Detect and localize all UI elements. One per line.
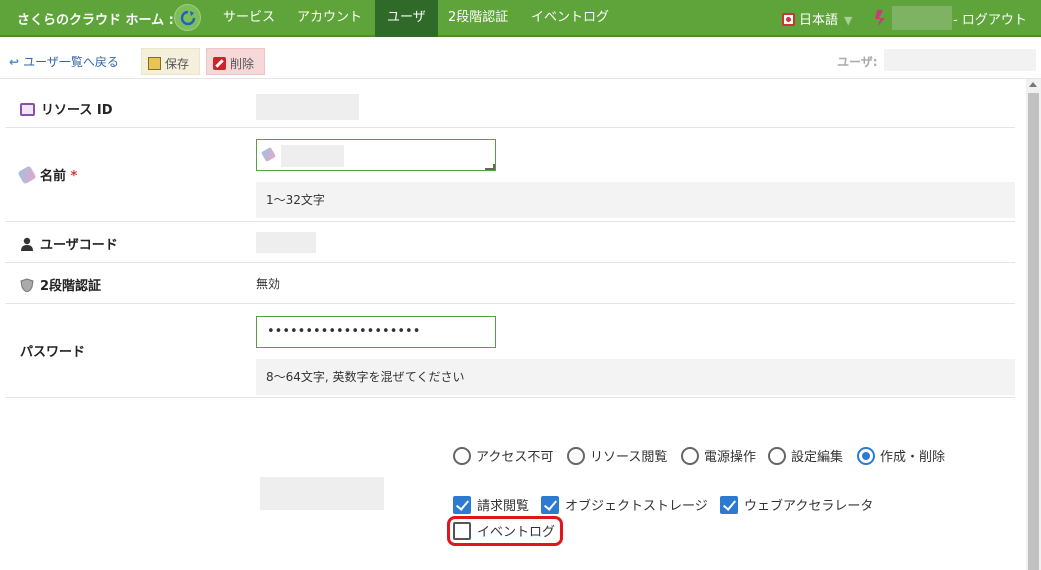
radio-label: 設定編集 (791, 450, 844, 465)
account-name-redacted (892, 6, 952, 30)
back-arrow-icon: ↩ (9, 55, 20, 69)
checkbox-label: 請求閲覧 (477, 499, 530, 514)
checkbox-billing-view[interactable]: 請求閲覧 (453, 495, 529, 514)
save-label: 保存 (165, 57, 190, 71)
radio-power-operation[interactable]: 電源操作 (681, 446, 756, 465)
checkbox-object-storage[interactable]: オブジェクトストレージ (541, 495, 708, 514)
event-log-highlight-annotation (447, 516, 563, 546)
delete-button[interactable]: 削除 (206, 48, 265, 75)
name-value-redacted (281, 145, 344, 167)
resize-handle-icon (485, 164, 495, 170)
current-user-label: ユーザ: (837, 55, 878, 69)
brand-title[interactable]: さくらのクラウド ホーム : (17, 9, 174, 28)
radio-label: 電源操作 (704, 450, 757, 465)
save-button[interactable]: 保存 (141, 48, 200, 75)
radio-no-access[interactable]: アクセス不可 (453, 446, 553, 465)
delete-label: 削除 (230, 57, 255, 71)
shield-icon (20, 278, 34, 292)
row-two-factor: 2段階認証 無効 (5, 263, 1015, 304)
name-label: 名前 * (17, 165, 78, 185)
row-name: 名前 * 1〜32文字 (5, 128, 1015, 222)
nav-item-two-factor[interactable]: 2段階認証 (436, 0, 520, 37)
checkbox-web-accelerator[interactable]: ウェブアクセラレータ (720, 495, 873, 514)
radio-button-selected-icon (857, 447, 875, 465)
current-user-value-redacted (884, 49, 1036, 71)
name-hint: 1〜32文字 (256, 182, 1015, 218)
refresh-icon (180, 10, 196, 26)
scrollbar-thumb[interactable] (1028, 93, 1039, 570)
checkbox-checked-icon (720, 496, 738, 514)
tag-icon (260, 146, 277, 163)
password-input[interactable]: •••••••••••••••••••• (256, 316, 496, 348)
pencil-icon (148, 57, 161, 70)
top-nav: さくらのクラウド ホーム : サービス アカウント ユーザ 2段階認証 イベント… (0, 0, 1041, 37)
user-code-label: ユーザコード (20, 234, 118, 253)
logout-link[interactable]: - ログアウト (953, 9, 1027, 28)
nav-item-account[interactable]: アカウント (285, 0, 374, 37)
nav-item-event-log[interactable]: イベントログ (519, 0, 621, 37)
radio-button-icon (567, 447, 585, 465)
radio-button-icon (453, 447, 471, 465)
password-hint: 8〜64文字, 英数字を混ぜてください (256, 359, 1015, 395)
permission-label-redacted (260, 477, 384, 510)
row-password: パスワード •••••••••••••••••••• 8〜64文字, 英数字を混… (5, 304, 1015, 398)
resource-id-label-text: リソース ID (41, 103, 113, 118)
radio-label: アクセス不可 (476, 450, 554, 465)
flag-icon (782, 13, 795, 26)
resource-id-value-redacted (256, 94, 359, 120)
checkbox-label: ウェブアクセラレータ (744, 499, 874, 514)
home-refresh-button[interactable] (174, 4, 201, 31)
language-label: 日本語 (799, 13, 839, 28)
back-link-label: ユーザ一覧へ戻る (23, 55, 119, 69)
back-to-user-list-link[interactable]: ↩ ユーザ一覧へ戻る (9, 53, 119, 70)
nav-item-service[interactable]: サービス (211, 0, 287, 37)
checkbox-checked-icon (541, 496, 559, 514)
radio-settings-edit[interactable]: 設定編集 (768, 446, 843, 465)
scroll-up-arrow-icon[interactable] (1029, 82, 1037, 87)
two-factor-label-text: 2段階認証 (40, 279, 102, 294)
resource-id-label: リソース ID (20, 99, 113, 118)
user-code-label-text: ユーザコード (40, 238, 118, 253)
required-marker: * (70, 169, 78, 184)
user-code-value-redacted (256, 232, 316, 253)
nav-item-user[interactable]: ユーザ (375, 0, 438, 37)
radio-label: リソース閲覧 (590, 450, 668, 465)
checkbox-checked-icon (453, 496, 471, 514)
chevron-down-icon: ▼ (844, 14, 853, 27)
checkbox-label: オブジェクトストレージ (565, 499, 708, 514)
tag-icon (17, 165, 37, 185)
radio-create-delete[interactable]: 作成・削除 (857, 446, 945, 465)
radio-button-icon (681, 447, 699, 465)
password-label: パスワード (20, 345, 86, 360)
person-icon (21, 237, 33, 251)
name-input[interactable] (256, 139, 496, 171)
toolbar: ↩ ユーザ一覧へ戻る 保存 削除 ユーザ: (0, 39, 1041, 79)
language-selector[interactable]: 日本語 ▼ (782, 9, 852, 28)
radio-label: 作成・削除 (880, 450, 946, 465)
row-user-code: ユーザコード (5, 222, 1015, 263)
row-resource-id: リソース ID (5, 80, 1015, 128)
two-factor-label: 2段階認証 (20, 275, 101, 294)
user-badge-icon (875, 10, 885, 26)
two-factor-value: 無効 (256, 277, 281, 291)
radio-resource-view[interactable]: リソース閲覧 (567, 446, 667, 465)
radio-button-icon (768, 447, 786, 465)
name-label-text: 名前 (40, 169, 67, 184)
prohibit-icon (213, 57, 226, 70)
id-card-icon (20, 103, 35, 116)
